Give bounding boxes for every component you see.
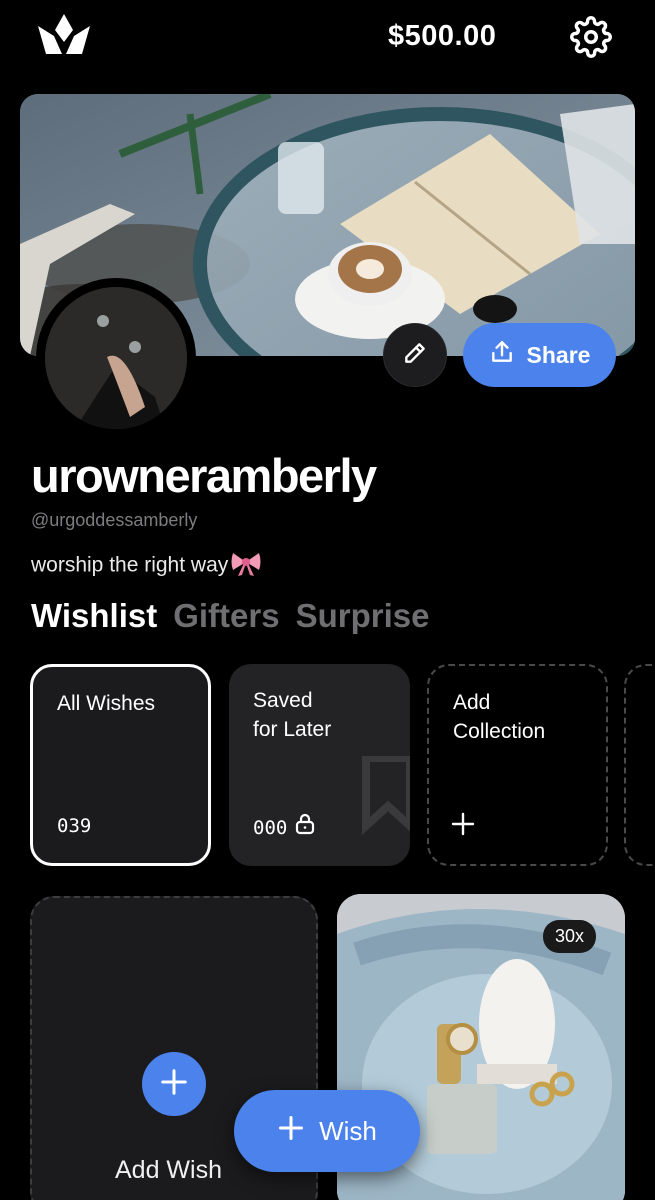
lock-icon (295, 813, 315, 844)
tab-wishlist[interactable]: Wishlist (31, 597, 157, 635)
gear-icon[interactable] (570, 16, 612, 58)
bookmark-icon (362, 754, 410, 844)
collection-title-line1: Add (453, 691, 491, 714)
bio-text: worship the right way (31, 553, 229, 577)
share-upload-icon (489, 339, 515, 371)
share-label: Share (526, 341, 591, 368)
plus-icon (451, 812, 475, 844)
collection-title: All Wishes (57, 692, 156, 715)
add-collection-card[interactable]: Add Collection (427, 664, 608, 866)
collection-count: 039 (57, 812, 91, 841)
profile-handle: @urgoddessamberly (31, 510, 198, 530)
collection-count: 000 (253, 813, 315, 844)
plus-icon (159, 1067, 189, 1102)
profile-tabs: Wishlist Gifters Surprise (31, 597, 429, 635)
collection-card-saved-for-later[interactable]: Saved for Later 000 (229, 664, 410, 866)
collection-title-line2: Collection (453, 720, 546, 743)
collection-count-value: 039 (57, 815, 92, 837)
collection-card-partial[interactable] (624, 664, 655, 866)
edit-profile-button[interactable] (383, 323, 447, 387)
collection-count-value: 000 (253, 817, 288, 839)
profile-username: urowneramberly (31, 449, 377, 502)
tab-surprise[interactable]: Surprise (296, 597, 430, 635)
add-wish-fab[interactable]: Wish (234, 1090, 420, 1172)
quantity-badge: 30x (543, 920, 597, 953)
add-wish-label: Add Wish (115, 1156, 222, 1184)
plus-icon (277, 1114, 305, 1149)
profile-bio: worship the right way (31, 550, 262, 582)
fab-label: Wish (319, 1115, 377, 1146)
add-wish-plus-button[interactable] (142, 1052, 206, 1116)
crown-logo[interactable] (36, 14, 92, 60)
collection-title-line1: Saved (253, 689, 313, 712)
collection-card-all-wishes[interactable]: All Wishes 039 (30, 664, 211, 866)
pencil-icon (402, 340, 428, 371)
collection-title-line2: for Later (253, 718, 332, 741)
avatar[interactable] (36, 278, 196, 438)
tab-gifters[interactable]: Gifters (173, 597, 279, 635)
wallet-balance[interactable]: $500.00 (388, 20, 496, 53)
share-button[interactable]: Share (463, 323, 616, 387)
ribbon-bow-icon (230, 550, 262, 582)
